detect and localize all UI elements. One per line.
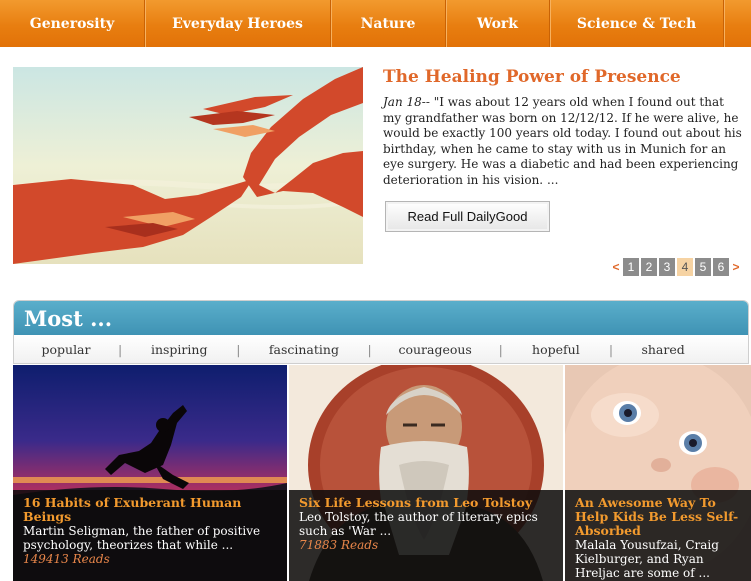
- nav-item-overflow: [724, 0, 751, 47]
- most-title: Most ...: [14, 301, 748, 335]
- story-card[interactable]: Six Life Lessons from Leo Tolstoy Leo To…: [289, 365, 563, 581]
- card-title[interactable]: An Awesome Way To Help Kids Be Less Self…: [575, 496, 743, 538]
- pager-page-2[interactable]: 2: [641, 258, 657, 276]
- pager-page-3[interactable]: 3: [659, 258, 675, 276]
- nav-item-work[interactable]: Work: [446, 0, 550, 47]
- card-description: Malala Yousufzai, Craig Kielburger, and …: [575, 538, 719, 580]
- pager-page-5[interactable]: 5: [695, 258, 711, 276]
- feature-date: Jan 18--: [383, 95, 430, 109]
- card-read-count: 149413 Reads: [23, 552, 110, 566]
- pager-page-4-current[interactable]: 4: [677, 258, 693, 276]
- reaching-hands-icon: [13, 67, 363, 264]
- tab-inspiring[interactable]: inspiring: [122, 342, 236, 357]
- pager-page-1[interactable]: 1: [623, 258, 639, 276]
- top-nav: Generosity Everyday Heroes Nature Work S…: [0, 0, 751, 47]
- feature-excerpt: Jan 18-- "I was about 12 years old when …: [383, 95, 745, 188]
- card-read-count: 71883 Reads: [299, 538, 379, 552]
- nav-item-generosity[interactable]: Generosity: [0, 0, 145, 47]
- pager: < 1 2 3 4 5 6 >: [611, 258, 741, 276]
- card-title[interactable]: 16 Habits of Exuberant Human Beings: [23, 496, 279, 524]
- story-card[interactable]: An Awesome Way To Help Kids Be Less Self…: [565, 365, 751, 581]
- most-section: Most ... popular | inspiring | fascinati…: [13, 300, 749, 364]
- card-caption: 16 Habits of Exuberant Human Beings Mart…: [13, 490, 287, 581]
- card-description: Martin Seligman, the father of positive …: [23, 524, 261, 552]
- card-description: Leo Tolstoy, the author of literary epic…: [299, 510, 538, 538]
- story-card[interactable]: 16 Habits of Exuberant Human Beings Mart…: [13, 365, 287, 581]
- card-caption: Six Life Lessons from Leo Tolstoy Leo To…: [289, 490, 563, 581]
- feature-excerpt-text: "I was about 12 years old when I found o…: [383, 95, 742, 187]
- read-full-button[interactable]: Read Full DailyGood: [385, 201, 550, 232]
- tab-hopeful[interactable]: hopeful: [503, 342, 609, 357]
- nav-item-everyday-heroes[interactable]: Everyday Heroes: [145, 0, 331, 47]
- nav-item-nature[interactable]: Nature: [331, 0, 446, 47]
- nav-item-science-tech[interactable]: Science & Tech: [550, 0, 724, 47]
- tab-courageous[interactable]: courageous: [372, 342, 499, 357]
- pager-page-6[interactable]: 6: [713, 258, 729, 276]
- tab-popular[interactable]: popular: [14, 342, 118, 357]
- card-caption: An Awesome Way To Help Kids Be Less Self…: [565, 490, 751, 581]
- tab-shared[interactable]: shared: [613, 342, 713, 357]
- feature-image[interactable]: [13, 67, 363, 264]
- tab-fascinating[interactable]: fascinating: [240, 342, 367, 357]
- most-tabs: popular | inspiring | fascinating | cour…: [14, 335, 748, 363]
- pager-prev-button[interactable]: <: [611, 260, 621, 274]
- card-title[interactable]: Six Life Lessons from Leo Tolstoy: [299, 496, 555, 510]
- pager-next-button[interactable]: >: [731, 260, 741, 274]
- feature-title[interactable]: The Healing Power of Presence: [383, 67, 743, 87]
